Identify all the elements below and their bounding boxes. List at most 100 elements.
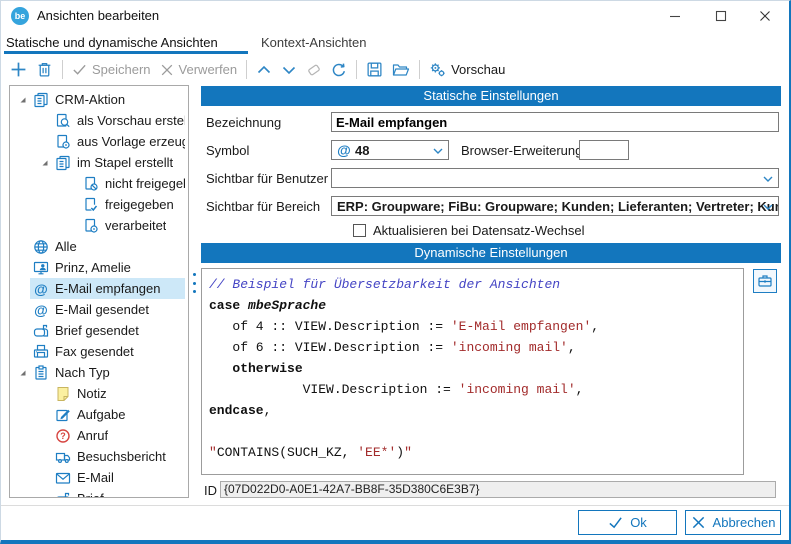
collapse-triangle-icon[interactable] xyxy=(38,158,52,168)
tree-item-alle[interactable]: Alle xyxy=(10,236,188,257)
code-text: VIEW.Description := xyxy=(209,382,459,397)
tree-item-label: Nach Typ xyxy=(55,365,110,380)
tree-item-nicht-freigegeben[interactable]: nicht freigegeben xyxy=(10,173,188,194)
code-editor[interactable]: // Beispiel für Übersetzbarkeit der Ansi… xyxy=(201,268,744,475)
floppy-disk-icon xyxy=(366,61,383,78)
sichtbar-benutzer-dropdown[interactable] xyxy=(331,168,779,188)
collapse-triangle-icon[interactable] xyxy=(16,95,30,105)
footer-separator xyxy=(1,505,789,506)
tree-item-freigegeben[interactable]: freigegeben xyxy=(10,194,188,215)
code-text: , xyxy=(264,403,272,418)
plus-icon xyxy=(10,61,27,78)
tree-item-crm-aktion[interactable]: CRM-Aktion xyxy=(10,89,188,110)
save-file-button[interactable] xyxy=(366,61,383,78)
tree-item-brief-gesendet[interactable]: Brief gesendet xyxy=(10,320,188,341)
aktualisieren-checkbox[interactable] xyxy=(353,224,366,237)
globe-icon xyxy=(33,239,49,255)
tree-item-notiz[interactable]: Notiz xyxy=(10,383,188,404)
tree-item-e-mail-empfangen[interactable]: @ E-Mail empfangen xyxy=(10,278,188,299)
user-workstation-icon xyxy=(33,260,49,276)
bezeichnung-input[interactable] xyxy=(332,113,778,131)
tab-statische-und-dynamische-ansichten[interactable]: Statische und dynamische Ansichten xyxy=(6,35,218,50)
tree-item-label: Aufgabe xyxy=(77,407,125,422)
code-string: 'E-Mail empfangen' xyxy=(451,319,591,334)
tree-item-besuchsbericht[interactable]: Besuchsbericht xyxy=(10,446,188,467)
tree-item-label: nicht freigegeben xyxy=(105,176,185,191)
code-string: 'incoming mail' xyxy=(459,382,576,397)
browser-erweiterung-input[interactable] xyxy=(580,141,628,159)
bezeichnung-field[interactable] xyxy=(331,112,779,132)
views-tree[interactable]: CRM-Aktion als Vorschau erstellt aus Vor… xyxy=(9,85,189,498)
tree-item-anruf[interactable]: ? Anruf xyxy=(10,425,188,446)
code-tools-button[interactable] xyxy=(753,269,777,293)
tree-item-verarbeitet[interactable]: verarbeitet xyxy=(10,215,188,236)
code-keyword: endcase xyxy=(209,403,264,418)
preview-document-icon xyxy=(55,113,71,129)
preview-button[interactable]: Vorschau xyxy=(429,61,505,78)
tree-item-aufgabe[interactable]: Aufgabe xyxy=(10,404,188,425)
save-button[interactable]: Speichern xyxy=(72,62,151,77)
close-button[interactable] xyxy=(742,1,787,31)
move-down-button[interactable] xyxy=(281,62,297,78)
mailbox-icon xyxy=(33,323,49,339)
title-bar[interactable]: be Ansichten bearbeiten xyxy=(1,1,789,31)
tree-item-label: Fax gesendet xyxy=(55,344,134,359)
cancel-button[interactable]: Abbrechen xyxy=(685,510,781,535)
tree-item-label: Brief xyxy=(77,491,104,498)
code-line: "CONTAINS(SUCH_KZ, 'EE*')" xyxy=(209,442,736,463)
dynamic-settings-header: Dynamische Einstellungen xyxy=(201,243,781,263)
minimize-button[interactable] xyxy=(652,1,697,31)
document-blocked-icon xyxy=(83,176,99,192)
code-line: // Beispiel für Übersetzbarkeit der Ansi… xyxy=(209,274,736,295)
tree-item-als-vorschau-erstellt[interactable]: als Vorschau erstellt xyxy=(10,110,188,131)
tree-item-fax-gesendet[interactable]: Fax gesendet xyxy=(10,341,188,362)
refresh-button[interactable] xyxy=(331,62,347,78)
discard-button[interactable]: Verwerfen xyxy=(160,62,238,77)
move-up-button[interactable] xyxy=(256,62,272,78)
maximize-button[interactable] xyxy=(698,1,743,31)
code-text: of 4 :: VIEW.Description := xyxy=(209,319,451,334)
tree-item-label: aus Vorlage erzeugt xyxy=(77,134,185,149)
maximize-icon xyxy=(715,10,727,22)
tree-item-e-mail[interactable]: E-Mail xyxy=(10,467,188,488)
chevron-down-icon xyxy=(281,62,297,78)
delete-button[interactable] xyxy=(36,61,53,78)
tab-bar: Statische und dynamische Ansichten Konte… xyxy=(1,31,789,55)
tree-item-label: Prinz, Amelie xyxy=(55,260,131,275)
tree-item-label: E-Mail xyxy=(77,470,114,485)
gears-icon xyxy=(429,61,446,78)
ok-button[interactable]: Ok xyxy=(578,510,677,535)
collapse-triangle-icon[interactable] xyxy=(16,368,30,378)
chevron-down-icon xyxy=(763,176,773,182)
tree-item-label: Alle xyxy=(55,239,77,254)
tree-item-label: freigegeben xyxy=(105,197,174,212)
code-text: , xyxy=(576,382,584,397)
tree-item-nach-typ[interactable]: Nach Typ xyxy=(10,362,188,383)
tree-item-label: Besuchsbericht xyxy=(77,449,166,464)
tab-kontext-ansichten[interactable]: Kontext-Ansichten xyxy=(261,35,367,50)
save-button-label: Speichern xyxy=(92,62,151,77)
add-button[interactable] xyxy=(10,61,27,78)
cancel-button-label: Abbrechen xyxy=(713,515,776,530)
tree-item-brief[interactable]: Brief xyxy=(10,488,188,498)
active-tab-underline xyxy=(4,51,248,54)
symbol-value: 48 xyxy=(355,143,369,158)
code-line: endcase, xyxy=(209,400,736,421)
check-icon xyxy=(72,62,87,77)
open-folder-button[interactable] xyxy=(392,62,410,78)
panel-splitter[interactable] xyxy=(192,273,196,293)
tree-item-aus-vorlage-erzeugt[interactable]: aus Vorlage erzeugt xyxy=(10,131,188,152)
browser-erweiterung-field[interactable] xyxy=(579,140,629,160)
tree-item-e-mail-gesendet[interactable]: @ E-Mail gesendet xyxy=(10,299,188,320)
at-icon: @ xyxy=(33,302,49,318)
id-label: ID xyxy=(204,483,217,498)
erase-button[interactable] xyxy=(306,62,322,78)
document-gear-icon xyxy=(55,134,71,150)
tree-item-im-stapel-erstellt[interactable]: im Stapel erstellt xyxy=(10,152,188,173)
symbol-dropdown[interactable]: @ 48 xyxy=(331,140,449,160)
tree-item-prinz-amelie[interactable]: Prinz, Amelie xyxy=(10,257,188,278)
code-comment: // Beispiel für Übersetzbarkeit der Ansi… xyxy=(209,277,560,292)
eraser-icon xyxy=(306,62,322,78)
sichtbar-bereich-dropdown[interactable]: ERP: Groupware; FiBu: Groupware; Kunden;… xyxy=(331,196,779,216)
code-line: otherwise xyxy=(209,358,736,379)
